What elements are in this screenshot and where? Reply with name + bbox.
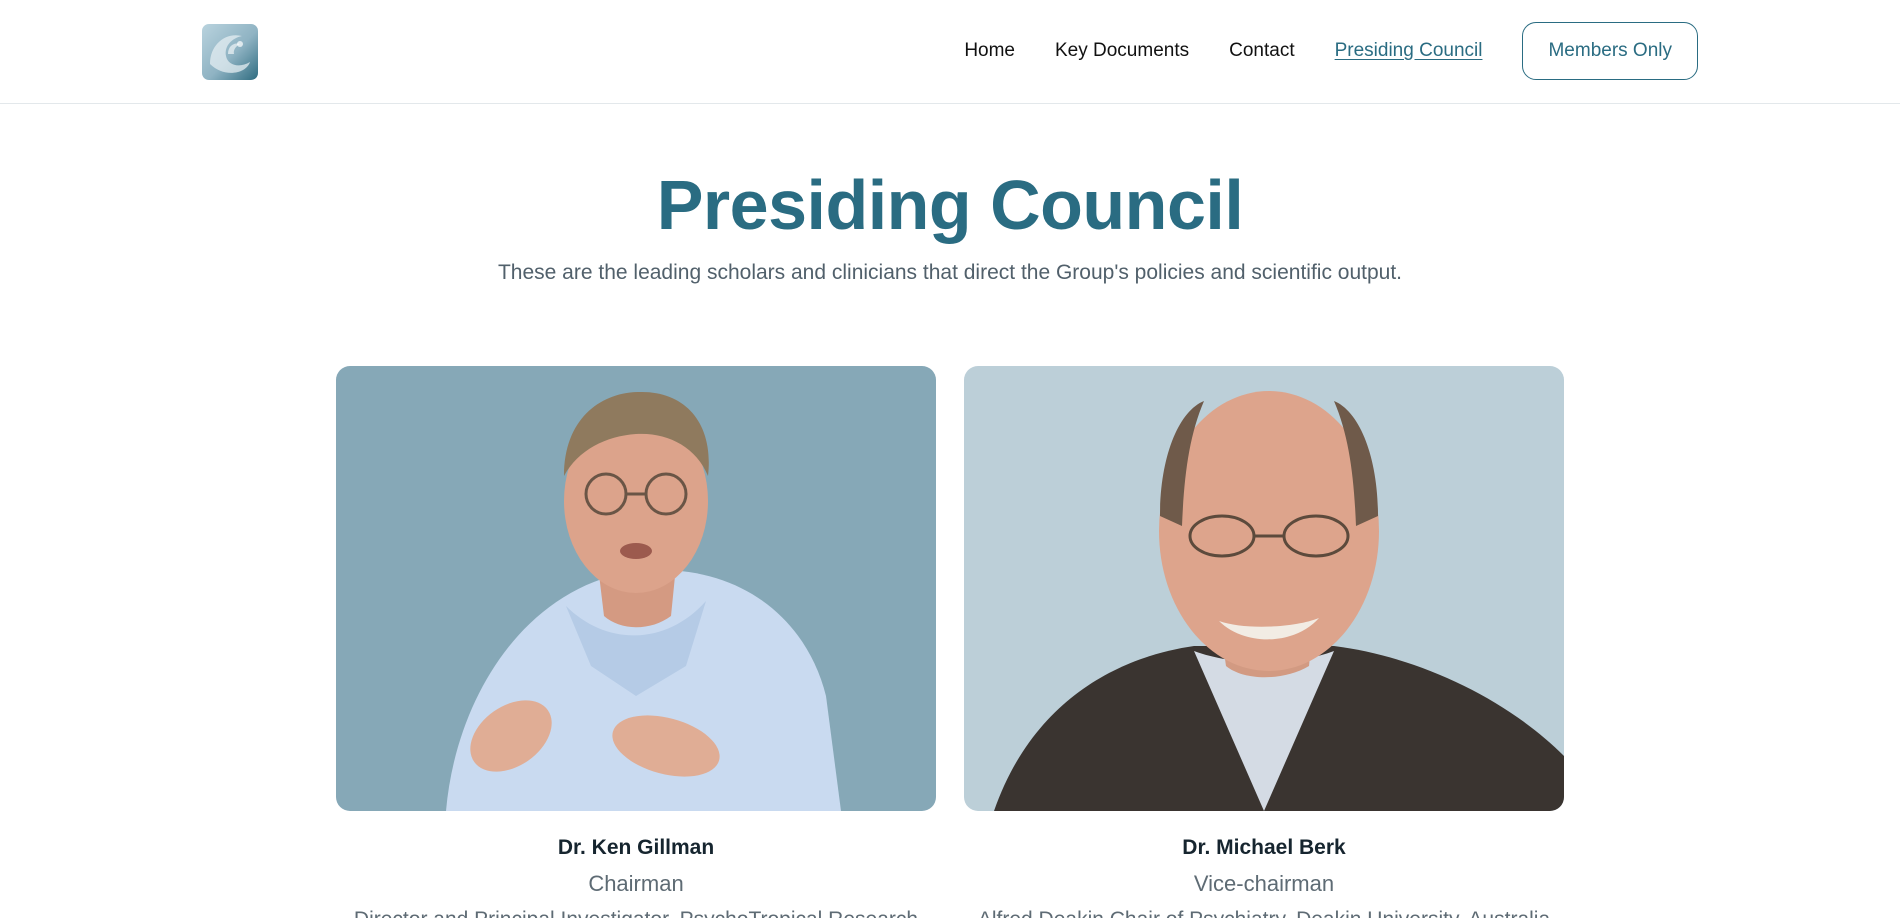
page-title: Presiding Council xyxy=(656,166,1244,244)
logo-icon xyxy=(210,35,250,73)
nav-home[interactable]: Home xyxy=(964,40,1015,62)
nav-contact[interactable]: Contact xyxy=(1229,40,1294,62)
nav-presiding-council[interactable]: Presiding Council xyxy=(1335,40,1483,62)
member-description: Director and Principal Investigator, Psy… xyxy=(336,905,936,918)
member-card-gillman: Dr. Ken Gillman Chairman Director and Pr… xyxy=(336,366,936,918)
members-only-button[interactable]: Members Only xyxy=(1522,22,1698,80)
page-subtitle: These are the leading scholars and clini… xyxy=(497,261,1402,284)
main-nav: Home Key Documents Contact Presiding Cou… xyxy=(964,22,1698,80)
member-name: Dr. Michael Berk xyxy=(1182,836,1346,859)
member-photo-berk xyxy=(964,366,1564,811)
member-role: Chairman xyxy=(588,871,684,896)
site-header: Home Key Documents Contact Presiding Cou… xyxy=(0,0,1900,104)
member-card-berk: Dr. Michael Berk Vice-chairman Alfred De… xyxy=(964,366,1564,918)
member-photo-gillman xyxy=(336,366,936,811)
member-name: Dr. Ken Gillman xyxy=(557,836,715,859)
nav-key-documents[interactable]: Key Documents xyxy=(1055,40,1189,62)
member-role: Vice-chairman xyxy=(1193,871,1335,896)
member-description: Alfred Deakin Chair of Psychiatry, Deaki… xyxy=(964,905,1564,918)
logo[interactable] xyxy=(202,24,258,80)
